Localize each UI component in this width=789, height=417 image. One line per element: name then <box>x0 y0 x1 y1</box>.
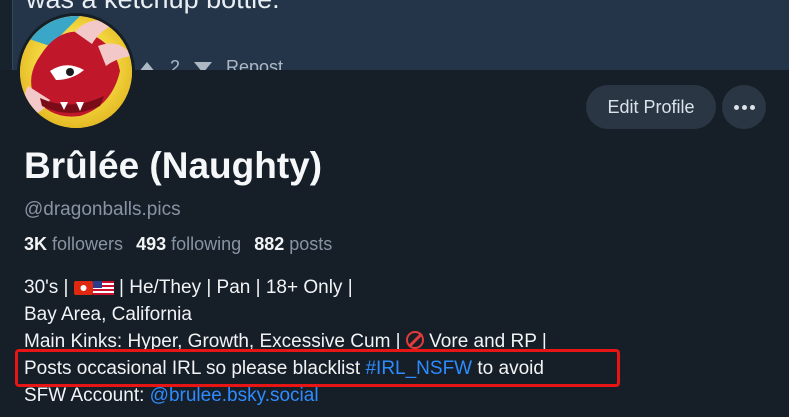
prohibited-icon <box>405 331 424 349</box>
more-dot <box>742 105 747 110</box>
bio-line-1: 30's | | He/They | Pan | 18+ Only | <box>24 274 547 301</box>
profile-handle: @dragonballs.pics <box>24 199 181 220</box>
edit-profile-button[interactable]: Edit Profile <box>586 85 716 129</box>
posts-stat: 882 posts <box>254 234 333 254</box>
avatar[interactable] <box>17 13 135 131</box>
reply-count: 2 <box>170 56 181 71</box>
banner-post-text: was a ketchup bottle. <box>26 0 280 15</box>
more-dot <box>750 105 755 110</box>
us-flag-icon <box>92 276 114 303</box>
banner-post-actions: 2 Repost <box>138 56 283 71</box>
profile-stats: 3K followers 493 following 882 posts <box>24 234 332 255</box>
sfw-account-link[interactable]: @brulee.bsky.social <box>150 385 319 406</box>
display-name: Brûlée (Naughty) <box>24 145 323 186</box>
following-stat[interactable]: 493 following <box>136 234 241 254</box>
bio-line-2: Bay Area, California <box>24 304 192 325</box>
upvote-icon[interactable] <box>138 61 156 70</box>
more-dots-icon <box>734 105 739 110</box>
followers-stat[interactable]: 3K followers <box>24 234 123 254</box>
repost-label[interactable]: Repost <box>226 57 283 71</box>
profile-bio: 30's | | He/They | Pan | 18+ Only | Bay … <box>24 274 547 409</box>
highlight-box <box>15 349 620 387</box>
hong-kong-flag-icon <box>73 276 93 303</box>
more-options-button[interactable] <box>722 85 766 129</box>
dragon-avatar-image <box>20 16 132 128</box>
downvote-icon[interactable] <box>194 61 213 70</box>
